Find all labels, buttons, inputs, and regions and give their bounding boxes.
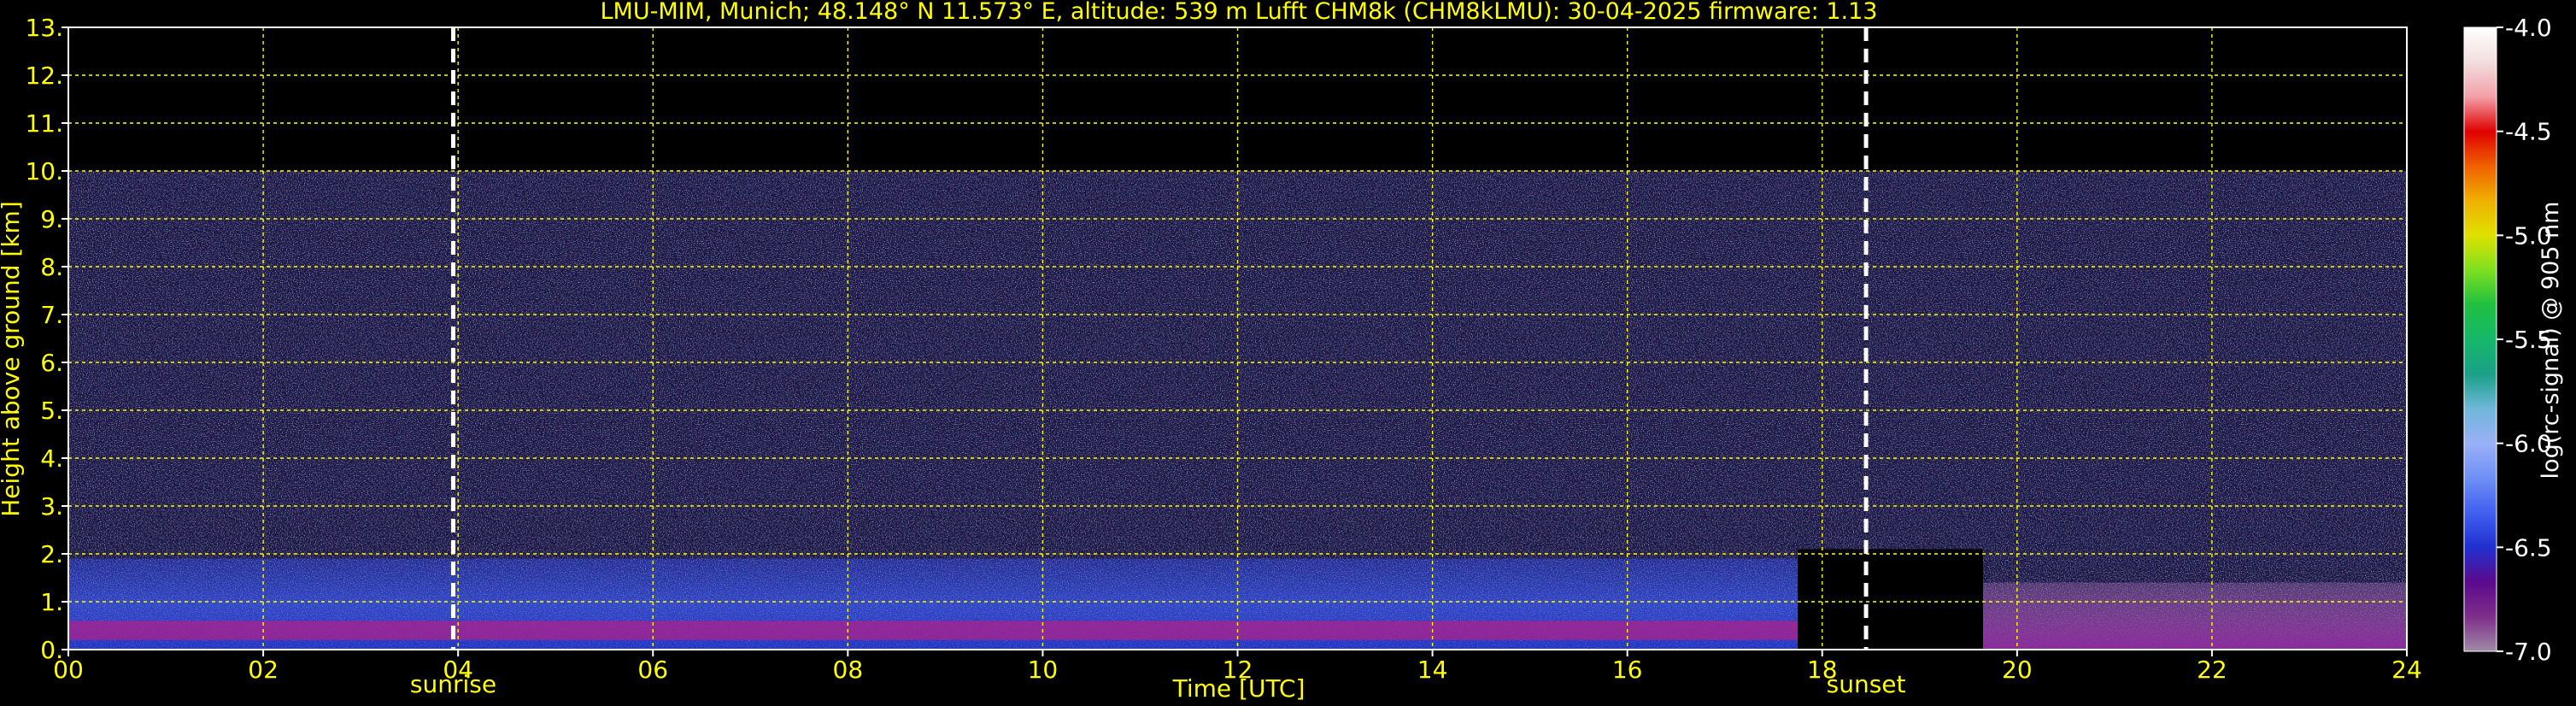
layer-residual <box>68 621 1799 640</box>
colorbar-tick-label: -6.5 <box>2505 533 2552 562</box>
y-tick-label: 4. <box>40 444 63 473</box>
y-tick-label: 5. <box>40 397 63 425</box>
y-tick-label: 13. <box>25 14 63 42</box>
colorbar-tick-label: -4.5 <box>2505 118 2552 146</box>
y-tick-label: 11. <box>25 109 63 138</box>
colorbar-scale <box>2463 26 2497 652</box>
y-tick-label: 2. <box>40 540 63 568</box>
x-tick-label: 24 <box>2391 656 2422 684</box>
y-tick-label: 12. <box>25 62 63 90</box>
colorbar-tick-label: -7.0 <box>2505 638 2552 666</box>
colorbar-tick-label: -4.0 <box>2505 14 2552 42</box>
y-tick-label: 0. <box>40 636 63 664</box>
x-tick-label: 14 <box>1417 656 1448 684</box>
colorbar-label: log(rc-signal) @ 905 nm <box>2538 202 2564 479</box>
event-label: sunset <box>1827 670 1906 698</box>
y-tick-label: 9. <box>40 205 63 233</box>
data-gap <box>1798 549 1983 650</box>
x-tick-label: 16 <box>1612 656 1643 684</box>
layer-night <box>1982 582 2407 650</box>
y-tick-label: 10. <box>25 157 63 185</box>
x-tick-label: 02 <box>248 656 279 684</box>
x-tick-label: 10 <box>1028 656 1059 684</box>
x-tick-label: 08 <box>833 656 864 684</box>
y-axis-label: Height above ground [km] <box>0 201 25 517</box>
x-tick-label: 18 <box>1807 656 1838 684</box>
y-tick-label: 6. <box>40 349 63 377</box>
y-tick-label: 7. <box>40 301 63 329</box>
chart-title: LMU-MIM, Munich; 48.148° N 11.573° E, al… <box>601 0 1878 25</box>
x-tick-label: 04 <box>443 656 473 684</box>
y-tick-label: 8. <box>40 253 63 281</box>
x-tick-label: 06 <box>637 656 668 684</box>
y-tick-label: 1. <box>40 588 63 616</box>
ceilometer-chart: sunrise sunset 00 02 04 06 08 10 12 14 16 18 20 22 24… <box>0 0 2564 703</box>
x-tick-label: 22 <box>2197 656 2227 684</box>
x-axis-label: Time [UTC] <box>1172 674 1306 703</box>
x-tick-label: 20 <box>2002 656 2033 684</box>
y-tick-label: 3. <box>40 492 63 521</box>
